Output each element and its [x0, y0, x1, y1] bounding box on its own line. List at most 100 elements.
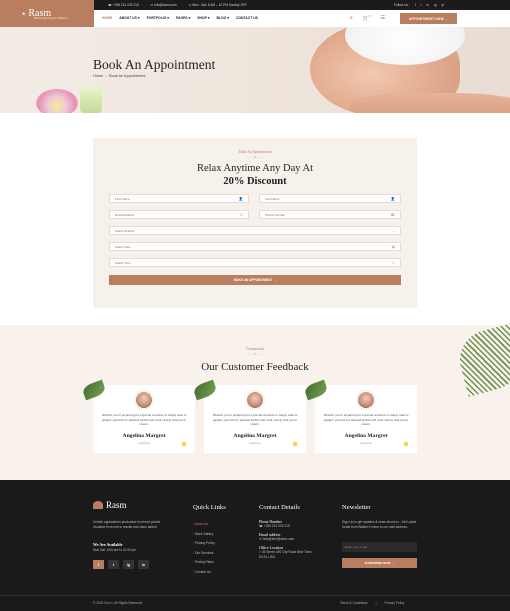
email-text: info@rasm.com — [154, 3, 177, 7]
quick-link-contact[interactable]: Contact Us — [193, 568, 215, 578]
lotus-logo-icon — [93, 501, 103, 509]
newsletter-email-placeholder: Enter your email — [345, 545, 367, 549]
instagram-icon[interactable]: ig — [434, 3, 436, 7]
contact-details: Phone Number ☎ +256 214 203 215 Email ad… — [259, 520, 319, 564]
breadcrumb: Home → Book An Appointment — [93, 74, 145, 78]
nav-item-about-label: ABOUT US — [119, 16, 137, 20]
instagram-icon[interactable]: ig — [123, 560, 134, 569]
contact-details-title: Contact Details — [259, 504, 300, 511]
nav-item-portfolio[interactable]: PORTFOLIO ▾ — [147, 16, 169, 20]
youtube-icon[interactable]: yt — [442, 3, 444, 7]
ornament-divider-icon: —— ✿ —— — [246, 352, 264, 356]
form-title-line2: 20% Discount — [223, 176, 287, 187]
hours-text: Mon - Sat: 8 AM – 10 PM Sunday OFF — [192, 3, 247, 7]
nav-item-pages[interactable]: PAGES ▾ — [176, 16, 190, 20]
quick-link-about[interactable]: About Us — [193, 520, 215, 530]
nav-item-shop[interactable]: SHOP ▾ — [197, 16, 209, 20]
contact-location-value: 25 Street, MS City Road New Town DCSL US… — [259, 550, 312, 559]
linkedin-icon[interactable]: in — [427, 3, 429, 7]
phone-info[interactable]: ☎ +256 214 203 215 — [108, 3, 139, 7]
quick-link-gallery[interactable]: Work Gallery — [193, 530, 215, 540]
quick-link-pricing[interactable]: Pricing Plans — [193, 558, 215, 568]
testimonial-card: Whether you're preparing for a special o… — [81, 379, 195, 453]
date-field[interactable]: Select Date ▦ — [109, 242, 401, 251]
phone-field[interactable]: Phone Number ☎ — [259, 210, 401, 219]
hours-info: ◷ Mon - Sat: 8 AM – 10 PM Sunday OFF — [188, 3, 247, 7]
date-placeholder: Select Date — [115, 245, 131, 249]
nav-menu: HOME ABOUT US ▾ PORTFOLIO ▾ PAGES ▾ SHOP… — [102, 16, 258, 20]
copyright-prefix: © 2022 — [93, 601, 104, 605]
nav-item-home[interactable]: HOME — [102, 16, 112, 20]
nav-item-pages-label: PAGES — [176, 16, 188, 20]
quick-link-privacy[interactable]: Privacy Policy — [193, 539, 215, 549]
facebook-icon[interactable]: f — [415, 3, 416, 7]
candle-image — [80, 87, 102, 113]
phone-text: +256 214 203 215 — [112, 3, 139, 7]
site-logo[interactable]: ❀ Rasm Beauty Spa Yoga & Wellness — [0, 0, 94, 27]
nav-item-shop-label: SHOP — [197, 16, 207, 20]
link-separator: | — [375, 601, 377, 605]
copyright-suffix: , All Rights Reserved. — [112, 601, 144, 605]
first-name-field[interactable]: First Name 👤 — [109, 194, 249, 203]
nav-item-portfolio-label: PORTFOLIO — [146, 16, 167, 20]
nav-item-contact[interactable]: CONTACT US — [236, 16, 258, 20]
nav-item-blog[interactable]: BLOG ▾ — [217, 16, 229, 20]
first-name-placeholder: First Name — [115, 197, 130, 201]
twitter-icon[interactable]: t — [421, 3, 422, 7]
follow-label: Follow Us : — [394, 3, 410, 7]
form-sub-label: Make An Appointment — [238, 150, 272, 154]
newsletter-email-input[interactable]: Enter your email — [342, 542, 417, 552]
solution-placeholder: Select Solution — [115, 229, 136, 233]
terms-link[interactable]: Terms & Conditions — [340, 601, 368, 605]
cart-icon[interactable]: 🛒0 — [363, 15, 371, 22]
footer-brand-name: Rasm — [106, 500, 127, 510]
newsletter-title: Newsletter — [342, 504, 371, 511]
top-bar-social: Follow Us : f t in ig yt — [394, 3, 444, 7]
quick-link-services[interactable]: Our Services — [193, 549, 215, 559]
email-field[interactable]: Email Address ✉ — [109, 210, 249, 219]
time-field[interactable]: Select Time ◷ — [109, 258, 401, 267]
footer-hours: Mon-Sat: 8:00 am to 10:00 pm — [93, 548, 137, 552]
avatar — [246, 391, 264, 409]
chevron-down-icon: ⌄ — [391, 229, 395, 233]
search-icon[interactable]: ⌕ — [350, 15, 353, 22]
facebook-icon[interactable]: f — [93, 560, 104, 569]
make-appointment-button[interactable]: MAKE AN APPOINTMENT → — [109, 275, 401, 285]
menu-grid-icon[interactable]: ☷ — [381, 15, 385, 22]
testimonial-card: Whether you're preparing for a special o… — [303, 379, 417, 453]
contact-phone-value: +256 214 203 215 — [263, 524, 290, 528]
last-name-field[interactable]: Last Name 👤 — [259, 194, 401, 203]
footer-description: Centric applications productize front en… — [93, 520, 161, 529]
footer-bottom-links: Terms & Conditions | Privacy Policy — [340, 601, 404, 605]
clock-icon: ◷ — [391, 261, 395, 265]
nav-item-about[interactable]: ABOUT US ▾ — [119, 16, 139, 20]
contact-phone[interactable]: ☎ +256 214 203 215 — [259, 524, 319, 528]
testimonial-card: Whether you're preparing for a special o… — [192, 379, 306, 453]
form-title-line1: Relax Anytime Any Day At — [196, 163, 314, 174]
twitter-icon[interactable]: t — [108, 560, 119, 569]
copyright-brand-link[interactable]: Rasm — [104, 601, 112, 605]
page-hero: Book An Appointment Home → Book An Appoi… — [0, 27, 510, 113]
quick-links-title: Quick Links — [193, 504, 226, 511]
phone-icon: ☎ — [390, 213, 395, 217]
testimonials-title: Our Customer Feedback — [201, 361, 309, 373]
newsletter-text: Sign Up to get updates & news about us .… — [342, 520, 417, 529]
contact-location: ⌖ 25 Street, MS City Road New Town DCSL … — [259, 550, 312, 559]
site-footer: Rasm Centric applications productize fro… — [0, 480, 510, 595]
breadcrumb-home-link[interactable]: Home — [93, 74, 103, 78]
envelope-icon: ✉ — [239, 213, 243, 217]
contact-email[interactable]: ✉ help@info@rasm.com — [259, 537, 319, 541]
subscribe-button[interactable]: SUBSCRIBE NOW → — [342, 558, 417, 568]
email-info[interactable]: ✉ info@rasm.com — [151, 3, 177, 7]
appointment-now-button[interactable]: APPOINTMENT NOW → — [400, 13, 457, 24]
solution-select[interactable]: Select Solution ⌄ — [109, 226, 401, 235]
footer-bottom-bar: © 2022 Rasm, All Rights Reserved. Terms … — [0, 595, 510, 611]
privacy-policy-link[interactable]: Privacy Policy — [384, 601, 404, 605]
footer-available-title: We Are Available — [93, 542, 123, 547]
user-icon: 👤 — [390, 197, 395, 201]
footer-logo[interactable]: Rasm — [93, 500, 127, 510]
footer-social: f t ig in — [93, 560, 149, 569]
appointment-form: Make An Appointment —— ✿ —— Relax Anytim… — [93, 138, 417, 308]
calendar-icon: ▦ — [391, 245, 395, 249]
linkedin-icon[interactable]: in — [138, 560, 149, 569]
